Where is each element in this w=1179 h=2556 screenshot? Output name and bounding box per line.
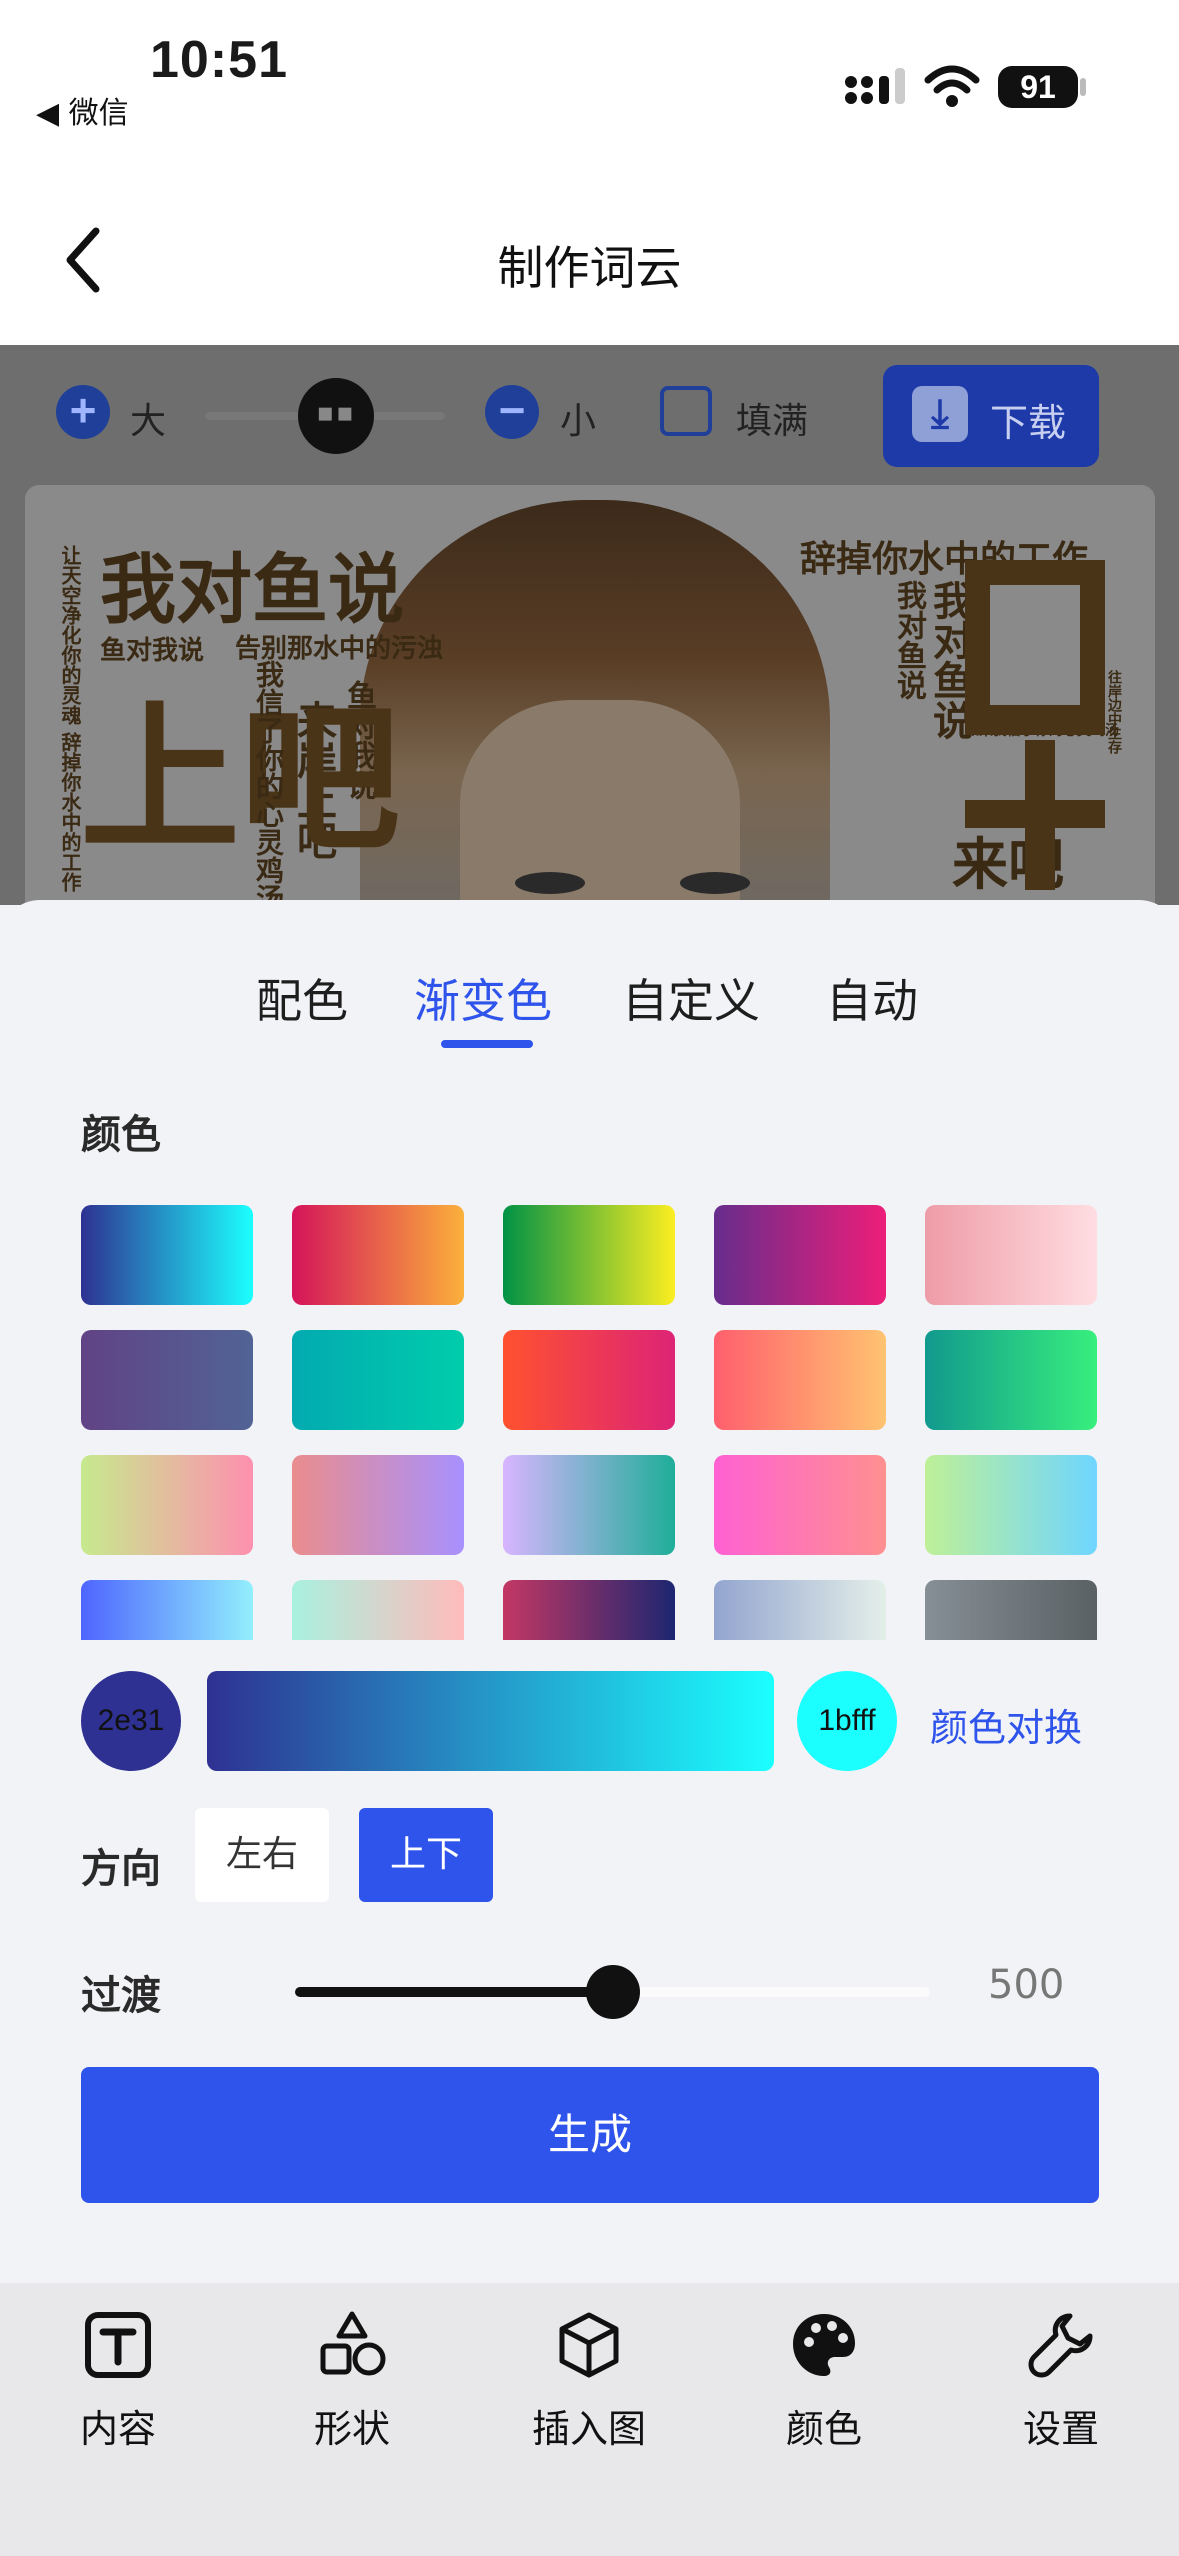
palette-icon <box>789 2310 859 2380</box>
bigger-button[interactable]: + <box>56 385 110 439</box>
gradient-swatch[interactable] <box>925 1330 1097 1430</box>
fill-icon[interactable] <box>660 386 712 436</box>
transition-value: 500 <box>988 1962 1065 2008</box>
nav-item-color[interactable]: 颜色 <box>744 2310 904 2453</box>
tab-palette[interactable]: 配色 <box>256 965 348 1031</box>
gradient-swatch[interactable] <box>292 1330 464 1430</box>
cloud-word: 我信了你的心灵鸡汤 <box>252 660 285 912</box>
tab-auto[interactable]: 自动 <box>826 965 918 1031</box>
nav-item-settings[interactable]: 设置 <box>981 2310 1141 2453</box>
smaller-label: 小 <box>560 401 597 442</box>
active-tab-indicator <box>441 1040 533 1048</box>
cloud-word: 我对鱼说 <box>100 545 404 634</box>
gradient-swatch[interactable] <box>925 1205 1097 1305</box>
gradient-preview-bar <box>207 1671 774 1771</box>
start-color-swatch[interactable]: 2e31 <box>81 1671 181 1771</box>
end-color-swatch[interactable]: 1bfff <box>797 1671 897 1771</box>
shapes-icon <box>317 2310 387 2380</box>
gradient-swatch[interactable] <box>503 1330 675 1430</box>
gradient-swatch[interactable] <box>81 1455 253 1555</box>
gradient-swatch[interactable] <box>714 1330 886 1430</box>
color-heading: 颜色 <box>81 1112 161 1158</box>
gradient-swatch[interactable] <box>81 1580 253 1640</box>
gradient-swatch[interactable] <box>292 1205 464 1305</box>
text-box-icon <box>83 2310 153 2380</box>
direction-top-bottom-button[interactable]: 上下 <box>359 1808 493 1902</box>
gradient-swatch[interactable] <box>714 1580 886 1640</box>
transition-label: 过渡 <box>81 1973 161 2019</box>
cloud-word: 让天空净化你的灵魂 辞掉你水中的工作 <box>58 545 82 892</box>
swap-colors-link[interactable]: 颜色对换 <box>930 1697 1082 1752</box>
direction-label: 方向 <box>81 1846 161 1892</box>
nav-label: 颜色 <box>785 2407 862 2451</box>
size-slider-knob[interactable]: ▪▪ <box>298 378 374 454</box>
gradient-swatch[interactable] <box>925 1580 1097 1640</box>
nav-label: 内容 <box>79 2407 156 2451</box>
gradient-swatch[interactable] <box>81 1330 253 1430</box>
wrench-icon <box>1026 2310 1096 2380</box>
nav-item-content[interactable]: 内容 <box>38 2310 198 2453</box>
nav-item-shape[interactable]: 形状 <box>272 2310 432 2453</box>
bigger-label: 大 <box>130 401 167 442</box>
tab-custom[interactable]: 自定义 <box>622 965 760 1031</box>
gradient-swatch[interactable] <box>503 1580 675 1640</box>
status-time: 10:51 <box>150 31 288 89</box>
tab-gradient[interactable]: 渐变色 <box>414 965 552 1031</box>
gradient-swatch[interactable] <box>714 1205 886 1305</box>
nav-label: 插入图 <box>531 2407 646 2451</box>
battery-tip <box>1080 78 1086 96</box>
nav-item-insert-image[interactable]: 插入图 <box>509 2310 669 2453</box>
signal-icon <box>845 68 909 110</box>
download-label: 下载 <box>990 401 1067 445</box>
transition-slider-knob[interactable] <box>585 1965 640 2019</box>
download-icon: ⤓ <box>912 386 968 442</box>
nav-label: 形状 <box>313 2407 390 2451</box>
battery-indicator: 91 <box>998 66 1078 108</box>
gradient-swatch[interactable] <box>925 1455 1097 1555</box>
gradient-swatch[interactable] <box>503 1455 675 1555</box>
fill-label[interactable]: 填满 <box>736 392 808 444</box>
direction-left-right-button[interactable]: 左右 <box>195 1808 329 1902</box>
page-title: 制作词云 <box>497 241 682 295</box>
gradient-swatch[interactable] <box>503 1205 675 1305</box>
wifi-icon <box>924 64 980 108</box>
gradient-swatch[interactable] <box>292 1455 464 1555</box>
cloud-word: 上吧 <box>80 686 401 873</box>
gradient-swatch[interactable] <box>292 1580 464 1640</box>
generate-button[interactable]: 生成 <box>81 2067 1099 2203</box>
back-to-app-link[interactable]: ◀ 微信 <box>36 88 129 132</box>
smaller-button[interactable]: − <box>485 385 539 439</box>
gradient-grid[interactable] <box>81 1205 1101 1640</box>
portrait-eye-left <box>515 872 585 894</box>
gradient-swatch[interactable] <box>714 1455 886 1555</box>
portrait-eye-right <box>680 872 750 894</box>
gradient-swatch[interactable] <box>81 1205 253 1305</box>
cloud-word: 往岸边中生存 <box>1106 670 1122 754</box>
big-glyph-right <box>960 555 1110 890</box>
nav-label: 设置 <box>1022 2407 1099 2451</box>
transition-slider-fill <box>295 1987 613 1997</box>
cube-icon <box>554 2310 624 2380</box>
